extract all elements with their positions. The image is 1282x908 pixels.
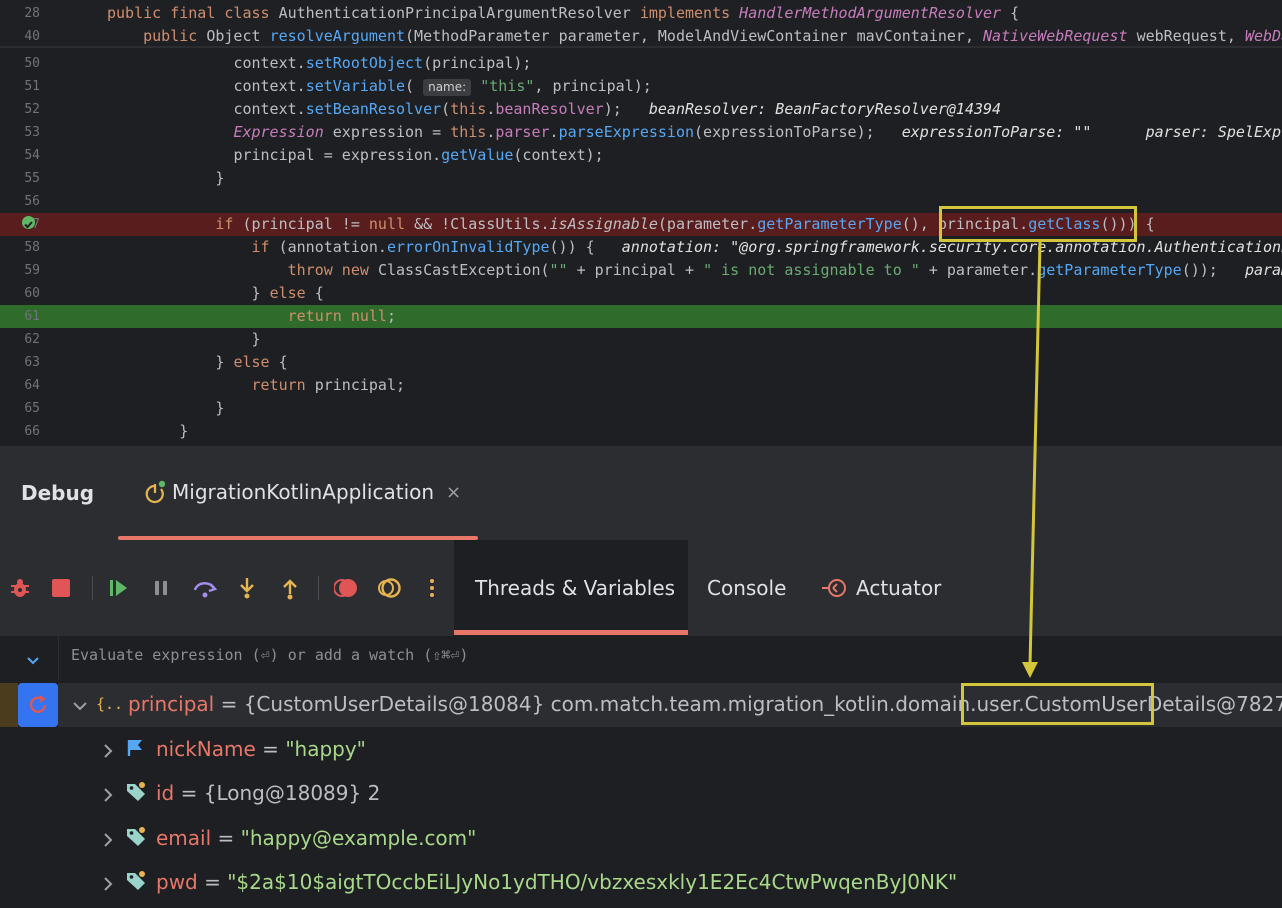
annotation-arrow [1022,241,1042,678]
